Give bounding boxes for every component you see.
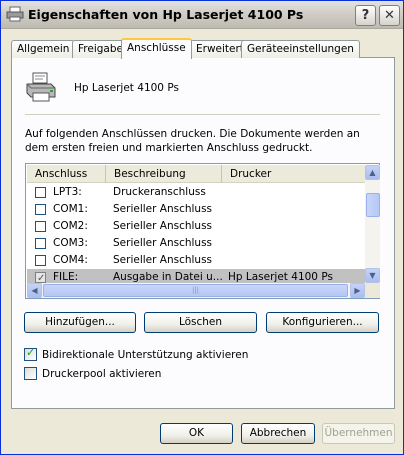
apply-button[interactable]: Übernehmen [322, 423, 395, 444]
list-item[interactable]: COM4: Serieller Anschluss [27, 252, 365, 269]
port-checkbox[interactable] [35, 221, 46, 232]
ports-list[interactable]: Anschluss Beschreibung Drucker LPT3: Dru… [25, 163, 380, 299]
vertical-scroll-thumb[interactable] [366, 193, 380, 217]
add-port-button[interactable]: Hinzufügen... [24, 312, 136, 333]
ports-list-header: Anschluss Beschreibung Drucker [27, 165, 365, 183]
port-description: Serieller Anschluss [113, 254, 213, 266]
properties-window: Eigenschaften von Hp Laserjet 4100 Ps ? … [0, 0, 404, 455]
port-name: COM4: [53, 254, 88, 266]
port-checkbox[interactable] [35, 238, 46, 249]
delete-port-button[interactable]: Löschen [144, 312, 257, 333]
configure-port-button[interactable]: Konfigurieren... [266, 312, 379, 333]
port-name: COM1: [53, 203, 88, 215]
scroll-down-button[interactable]: ▼ [365, 268, 380, 283]
scroll-up-button[interactable]: ▲ [365, 165, 380, 180]
vertical-scrollbar[interactable]: ▲ ▼ [365, 165, 380, 283]
title-bar[interactable]: Eigenschaften von Hp Laserjet 4100 Ps ? … [1, 1, 403, 29]
column-header-printer[interactable]: Drucker [222, 165, 365, 183]
port-description: Serieller Anschluss [113, 203, 213, 215]
bidirectional-checkbox[interactable]: ✓ [24, 346, 37, 361]
printer-icon [26, 72, 56, 102]
port-name: LPT3: [53, 186, 82, 198]
checkmark-icon: ✓ [26, 346, 36, 359]
port-name: FILE: [53, 271, 79, 283]
port-description: Serieller Anschluss [113, 220, 213, 232]
tab-general[interactable]: Allgemein [11, 40, 76, 58]
cancel-button[interactable]: Abbrechen [241, 423, 315, 444]
port-name: COM3: [53, 237, 88, 249]
scrollbar-corner [365, 283, 380, 298]
port-name: COM2: [53, 220, 88, 232]
port-checkbox[interactable] [35, 255, 46, 266]
ports-description: Auf folgenden Anschlüssen drucken. Die D… [25, 128, 360, 154]
printer-pool-label[interactable]: Druckerpool aktivieren [42, 368, 161, 380]
checkmark-icon: ✓ [37, 273, 46, 284]
port-checkbox[interactable] [35, 204, 46, 215]
printer-pool-checkbox[interactable] [24, 367, 37, 380]
ports-list-rows: LPT3: Druckeranschluss COM1: Serieller A… [27, 184, 365, 284]
list-item[interactable]: COM1: Serieller Anschluss [27, 201, 365, 218]
printer-icon [6, 6, 24, 22]
close-button[interactable]: ✕ [379, 5, 400, 26]
port-checkbox[interactable] [35, 187, 46, 198]
list-item[interactable]: COM2: Serieller Anschluss [27, 218, 365, 235]
port-description: Ausgabe in Datei u... [113, 271, 223, 283]
divider [25, 114, 380, 115]
column-header-port[interactable]: Anschluss [27, 165, 106, 183]
port-printer: Hp Laserjet 4100 Ps [228, 271, 333, 283]
bidirectional-label[interactable]: Bidirektionale Unterstützung aktivieren [42, 349, 248, 361]
scroll-right-button[interactable]: ▶ [350, 283, 365, 298]
tab-device-settings[interactable]: Geräteeinstellungen [241, 40, 360, 58]
list-item[interactable]: LPT3: Druckeranschluss [27, 184, 365, 201]
horizontal-scrollbar[interactable]: ◀ ||| ▶ [27, 283, 365, 298]
tab-ports[interactable]: Anschlüsse [121, 38, 192, 59]
port-description: Druckeranschluss [113, 186, 206, 198]
list-item-selected[interactable]: ✓ FILE: Ausgabe in Datei u... Hp Laserje… [27, 269, 365, 284]
scroll-left-button[interactable]: ◀ [27, 283, 42, 298]
help-button[interactable]: ? [355, 5, 376, 26]
column-header-description[interactable]: Beschreibung [106, 165, 222, 183]
printer-name: Hp Laserjet 4100 Ps [74, 82, 179, 94]
list-item[interactable]: COM3: Serieller Anschluss [27, 235, 365, 252]
window-title: Eigenschaften von Hp Laserjet 4100 Ps [28, 7, 304, 22]
horizontal-scroll-thumb[interactable]: ||| [43, 284, 348, 297]
ok-button[interactable]: OK [160, 423, 233, 444]
port-checkbox-checked[interactable]: ✓ [35, 272, 46, 284]
port-description: Serieller Anschluss [113, 237, 213, 249]
